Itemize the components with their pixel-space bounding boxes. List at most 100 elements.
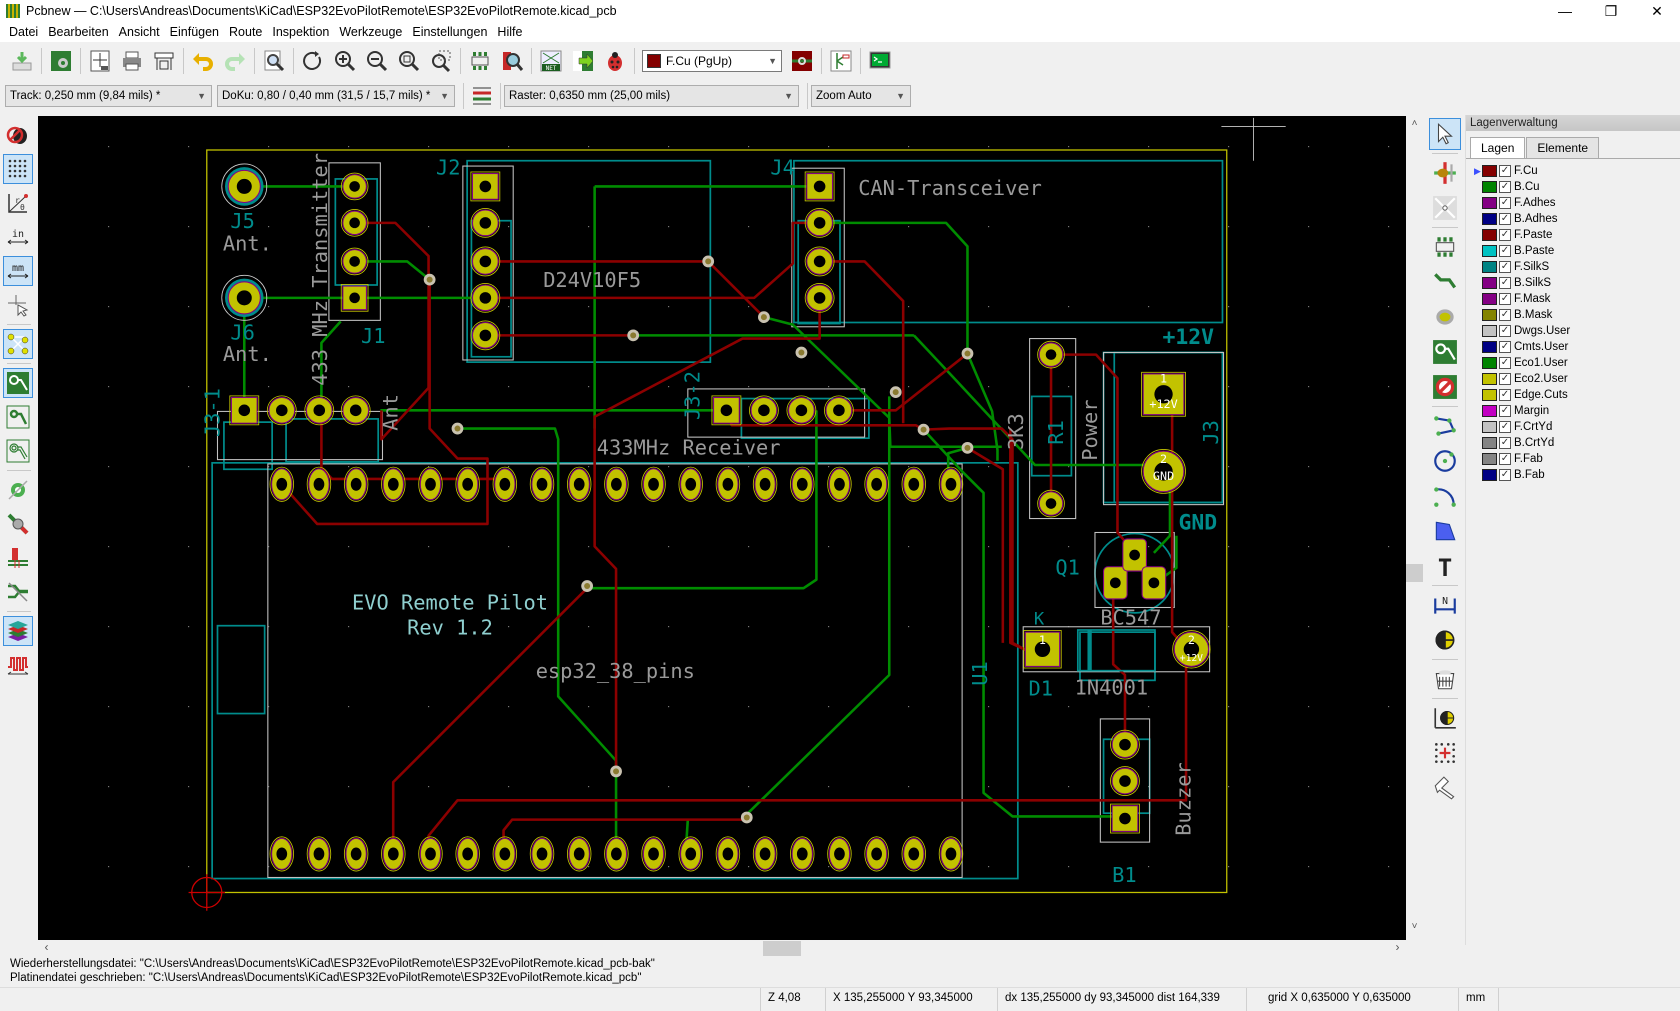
- layer-color-swatch[interactable]: [1482, 245, 1497, 257]
- zoom-out-button[interactable]: [361, 45, 393, 77]
- auto-track-width-button[interactable]: [467, 80, 497, 112]
- scroll-right-arrow[interactable]: ›: [1389, 940, 1406, 957]
- layer-row[interactable]: ✓ Cmts.User: [1474, 339, 1680, 355]
- layer-color-swatch[interactable]: [1482, 213, 1497, 225]
- add-keepout-button[interactable]: [1429, 371, 1461, 403]
- layer-row[interactable]: ✓ B.Fab: [1474, 467, 1680, 483]
- layer-visibility-checkbox[interactable]: ✓: [1499, 197, 1511, 209]
- scroll-down-arrow[interactable]: ˅: [1406, 921, 1423, 938]
- layer-color-swatch[interactable]: [1482, 421, 1497, 433]
- highlight-net-button[interactable]: [1429, 157, 1461, 189]
- layer-row[interactable]: ✓ F.Adhes: [1474, 195, 1680, 211]
- select-tool-button[interactable]: [1429, 118, 1461, 150]
- layer-row[interactable]: ✓ F.Paste: [1474, 227, 1680, 243]
- tab-lagen[interactable]: Lagen: [1470, 137, 1526, 158]
- tab-elemente[interactable]: Elemente: [1526, 137, 1600, 158]
- layer-visibility-checkbox[interactable]: ✓: [1499, 229, 1511, 241]
- layer-color-swatch[interactable]: [1482, 325, 1497, 337]
- layer-color-swatch[interactable]: [1482, 197, 1497, 209]
- zoom-select[interactable]: Zoom Auto ▼: [811, 85, 911, 107]
- page-settings-button[interactable]: [84, 45, 116, 77]
- zoom-selection-button[interactable]: [425, 45, 457, 77]
- plot-button[interactable]: [148, 45, 180, 77]
- layer-visibility-checkbox[interactable]: ✓: [1499, 373, 1511, 385]
- layer-visibility-checkbox[interactable]: ✓: [1499, 165, 1511, 177]
- zone-sketch-button[interactable]: [3, 436, 33, 466]
- layer-color-swatch[interactable]: [1482, 165, 1497, 177]
- active-layer-select[interactable]: F.Cu (PgUp) ▼: [642, 50, 782, 72]
- menu-bearbeiten[interactable]: Bearbeiten: [43, 25, 113, 39]
- layer-color-swatch[interactable]: [1482, 437, 1497, 449]
- units-inch-button[interactable]: in: [3, 222, 33, 252]
- layer-row[interactable]: ✓ Eco2.User: [1474, 371, 1680, 387]
- layer-visibility-checkbox[interactable]: ✓: [1499, 245, 1511, 257]
- layer-visibility-checkbox[interactable]: ✓: [1499, 309, 1511, 321]
- length-tuning-button[interactable]: [3, 650, 33, 680]
- menu-werkzeuge[interactable]: Werkzeuge: [334, 25, 407, 39]
- layer-visibility-checkbox[interactable]: ✓: [1499, 421, 1511, 433]
- pcb-canvas[interactable]: J5 J6 J1 J2 J4 J3-1 J3-2 R1 J3 Q1 K D1 B…: [38, 116, 1406, 940]
- layer-visibility-checkbox[interactable]: ✓: [1499, 293, 1511, 305]
- via-size-select[interactable]: DoKu: 0,80 / 0,40 mm (31,5 / 15,7 mils) …: [217, 85, 455, 107]
- add-footprint-button[interactable]: [1429, 231, 1461, 263]
- layer-visibility-checkbox[interactable]: ✓: [1499, 341, 1511, 353]
- add-via-button[interactable]: [1429, 301, 1461, 333]
- layer-visibility-checkbox[interactable]: ✓: [1499, 277, 1511, 289]
- zone-fill-button[interactable]: [3, 368, 33, 398]
- draw-arc-button[interactable]: [1429, 480, 1461, 512]
- drill-origin-button[interactable]: [1429, 702, 1461, 734]
- scroll-up-arrow[interactable]: ˄: [1406, 118, 1423, 135]
- layer-row[interactable]: ✓ Dwgs.User: [1474, 323, 1680, 339]
- layer-pair-button[interactable]: [786, 45, 818, 77]
- layer-row[interactable]: ✓ B.Cu: [1474, 179, 1680, 195]
- layer-color-swatch[interactable]: [1482, 373, 1497, 385]
- layer-visibility-checkbox[interactable]: ✓: [1499, 405, 1511, 417]
- layer-visibility-checkbox[interactable]: ✓: [1499, 389, 1511, 401]
- layer-visibility-checkbox[interactable]: ✓: [1499, 325, 1511, 337]
- ratsnest-button[interactable]: [3, 329, 33, 359]
- cursor-shape-button[interactable]: [3, 290, 33, 320]
- menu-datei[interactable]: Datei: [4, 25, 43, 39]
- add-zone-button[interactable]: [1429, 336, 1461, 368]
- grid-select[interactable]: Raster: 0,6350 mm (25,00 mils) ▼: [504, 85, 799, 107]
- pad-sketch-button[interactable]: [3, 475, 33, 505]
- layer-color-swatch[interactable]: [1482, 261, 1497, 273]
- zone-outline-button[interactable]: [3, 402, 33, 432]
- layer-color-swatch[interactable]: [1482, 389, 1497, 401]
- netlist-button[interactable]: NET: [535, 45, 567, 77]
- units-mm-button[interactable]: mm: [3, 256, 33, 286]
- drc-off-button[interactable]: [3, 120, 33, 150]
- menu-hilfe[interactable]: Hilfe: [492, 25, 527, 39]
- menu-ansicht[interactable]: Ansicht: [114, 25, 165, 39]
- layer-row[interactable]: ✓ B.Mask: [1474, 307, 1680, 323]
- scroll-left-arrow[interactable]: ‹: [38, 940, 55, 957]
- redraw-button[interactable]: [297, 45, 329, 77]
- layer-row[interactable]: ✓ F.SilkS: [1474, 259, 1680, 275]
- layer-row[interactable]: ✓ B.Paste: [1474, 243, 1680, 259]
- polar-coords-button[interactable]: rθ: [3, 188, 33, 218]
- layer-row[interactable]: ✓ Eco1.User: [1474, 355, 1680, 371]
- add-text-button[interactable]: T: [1429, 550, 1461, 582]
- minimize-button[interactable]: —: [1542, 0, 1588, 22]
- layer-row[interactable]: ✓ B.SilkS: [1474, 275, 1680, 291]
- track-width-select[interactable]: Track: 0,250 mm (9,84 mils) * ▼: [5, 85, 212, 107]
- save-button[interactable]: [6, 45, 38, 77]
- route-track-button[interactable]: [1429, 266, 1461, 298]
- close-button[interactable]: ✕: [1634, 0, 1680, 22]
- layer-color-swatch[interactable]: [1482, 293, 1497, 305]
- add-dimension-button[interactable]: N: [1429, 589, 1461, 621]
- local-ratsnest-button[interactable]: [1429, 192, 1461, 224]
- layer-row[interactable]: ✓ F.CrtYd: [1474, 419, 1680, 435]
- layer-row[interactable]: ✓ B.CrtYd: [1474, 435, 1680, 451]
- layer-visibility-checkbox[interactable]: ✓: [1499, 261, 1511, 273]
- layer-color-swatch[interactable]: [1482, 341, 1497, 353]
- delete-tool-button[interactable]: [1429, 663, 1461, 695]
- layer-color-swatch[interactable]: [1482, 277, 1497, 289]
- add-target-button[interactable]: [1429, 624, 1461, 656]
- layer-color-swatch[interactable]: [1482, 469, 1497, 481]
- menu-einfuegen[interactable]: Einfügen: [165, 25, 224, 39]
- layers-manager-button[interactable]: [3, 616, 33, 646]
- layer-row[interactable]: ✓ F.Fab: [1474, 451, 1680, 467]
- via-sketch-button[interactable]: [3, 509, 33, 539]
- vertical-scrollbar[interactable]: ˄ ˅: [1406, 116, 1423, 940]
